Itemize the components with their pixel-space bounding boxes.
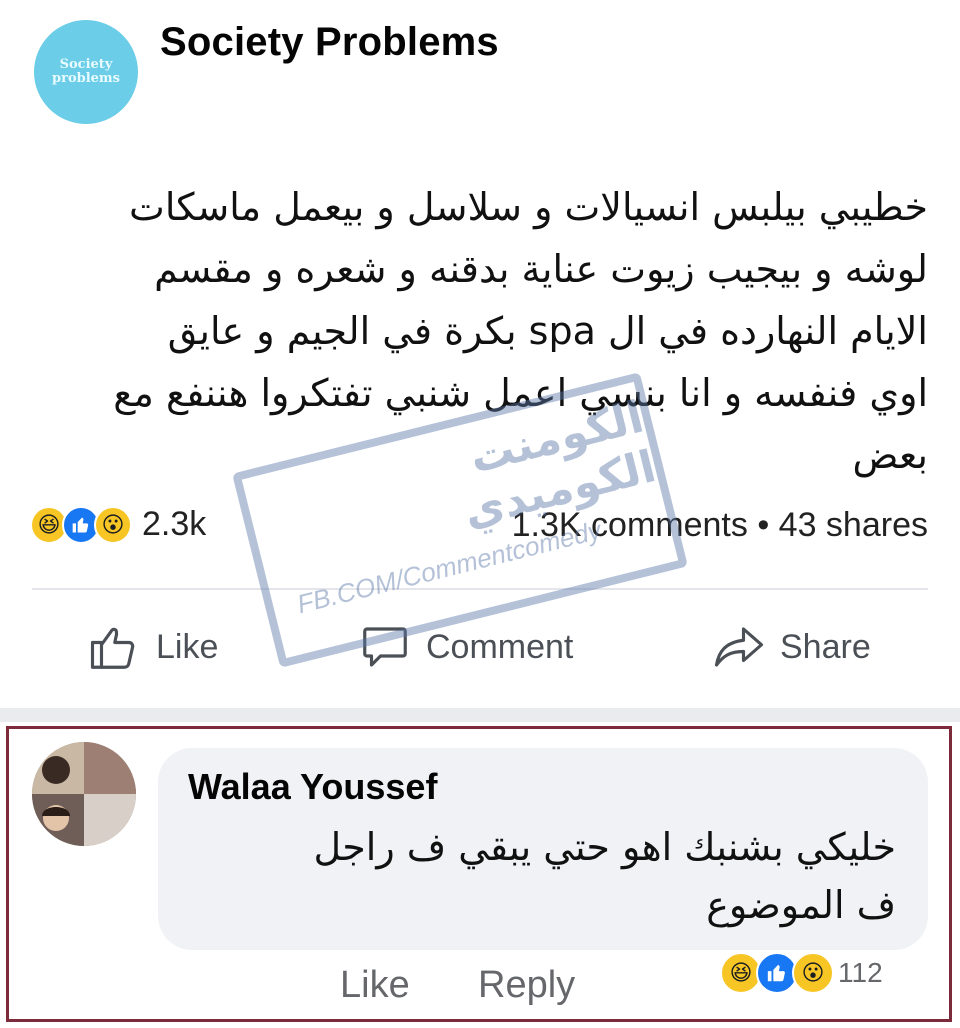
- separator-dot: •: [757, 506, 770, 544]
- comment-icon: [363, 627, 407, 667]
- comment-text-line: خليكي بشنبك اهو حتي يبقي ف راجل: [313, 825, 896, 869]
- comment-text: خليكي بشنبك اهو حتي يبقي ف راجل ف الموضو…: [190, 818, 896, 934]
- comment-reaction-count: 112: [838, 957, 883, 988]
- wow-icon: 😮: [792, 952, 834, 994]
- shares-count[interactable]: 43 shares: [779, 506, 928, 544]
- wow-icon: 😮: [94, 505, 132, 544]
- reaction-count: 2.3k: [142, 505, 207, 543]
- reactions-summary[interactable]: 😆 😮 2.3k: [30, 505, 206, 544]
- comment-label: Comment: [426, 627, 574, 666]
- comments-count[interactable]: 1.3K comments: [512, 506, 748, 544]
- like-label: Like: [156, 627, 219, 666]
- comment-text-line: ف الموضوع: [706, 883, 896, 927]
- post-text-line: لوشه و بيجيب زيوت عناية بدقنه و شعره و م…: [154, 247, 928, 291]
- comment-reactions[interactable]: 😆 😮 112: [714, 950, 889, 996]
- section-separator: [0, 708, 960, 722]
- page-avatar[interactable]: Society problems: [34, 20, 138, 124]
- comment-like-button[interactable]: Like: [340, 964, 410, 1007]
- post-text-line: خطيبي بيلبس انسيالات و سلاسل و بيعمل ماس…: [129, 185, 928, 229]
- post-text-line: بعض: [852, 433, 928, 477]
- comment-button[interactable]: Comment: [358, 620, 573, 674]
- page-name[interactable]: Society Problems: [160, 20, 499, 65]
- share-icon: [714, 627, 764, 667]
- post-text-line: الايام النهارده في ال spa بكرة في الجيم …: [167, 309, 928, 353]
- post-text: خطيبي بيلبس انسيالات و سلاسل و بيعمل ماس…: [40, 176, 928, 486]
- share-button[interactable]: Share: [712, 620, 871, 674]
- post-text-line: اوي فنفسه و انا بنسي اعمل شنبي تفتكروا ه…: [113, 371, 928, 415]
- commenter-avatar[interactable]: [32, 742, 136, 846]
- comment-reply-button[interactable]: Reply: [478, 964, 575, 1007]
- avatar-text-line: Society: [59, 57, 113, 72]
- commenter-name[interactable]: Walaa Youssef: [188, 766, 437, 808]
- divider: [32, 588, 928, 590]
- share-label: Share: [780, 627, 871, 666]
- thumbs-up-icon: [90, 627, 135, 669]
- avatar-text-line: problems: [52, 71, 120, 86]
- like-button[interactable]: Like: [88, 620, 218, 674]
- engagement-stats: 1.3K comments • 43 shares: [512, 506, 928, 545]
